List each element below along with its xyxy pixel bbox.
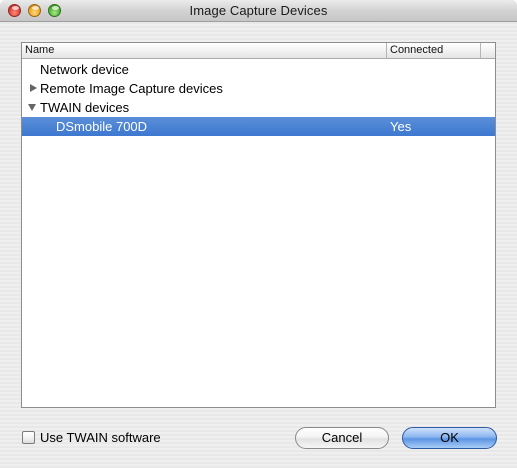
window-title: Image Capture Devices <box>189 3 328 18</box>
table-row-remote-image-capture-devices[interactable]: Remote Image Capture devices <box>22 79 495 98</box>
cancel-button[interactable]: Cancel <box>295 427 389 449</box>
row-name: DSmobile 700D <box>56 119 148 134</box>
table-row-network-device[interactable]: Network device <box>22 60 495 79</box>
row-name: Remote Image Capture devices <box>40 81 223 96</box>
ok-button[interactable]: OK <box>402 427 497 449</box>
disclosure-triangle-down-icon[interactable] <box>28 98 38 117</box>
use-twain-checkbox[interactable] <box>22 431 35 444</box>
use-twain-label[interactable]: Use TWAIN software <box>40 430 161 446</box>
disclosure-triangle-right-icon[interactable] <box>28 79 38 98</box>
table-row-dsmobile-700d[interactable]: DSmobile 700D Yes <box>22 117 495 136</box>
title-bar[interactable]: Image Capture Devices <box>0 0 517 22</box>
column-header-name[interactable]: Name <box>22 43 387 58</box>
row-connected: Yes <box>390 119 412 134</box>
table-header: Name Connected <box>22 43 495 59</box>
row-name: Network device <box>40 62 129 77</box>
devices-table[interactable]: Name Connected Network device Remote Ima… <box>21 42 496 408</box>
column-header-connected[interactable]: Connected <box>387 43 481 58</box>
row-name: TWAIN devices <box>40 100 130 115</box>
table-row-twain-devices[interactable]: TWAIN devices <box>22 98 495 117</box>
image-capture-devices-window: Image Capture Devices Name Connected Net… <box>0 0 517 468</box>
column-header-filler <box>481 43 495 58</box>
